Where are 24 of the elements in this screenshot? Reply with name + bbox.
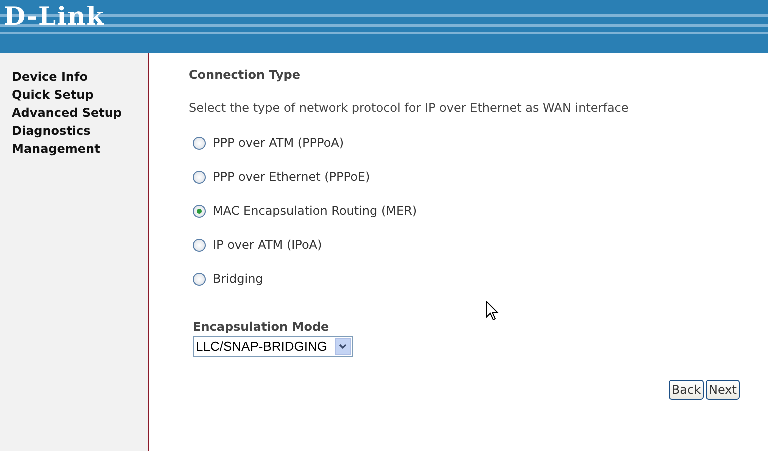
nav-button[interactable]: Next bbox=[706, 380, 740, 400]
option-label: IP over ATM (IPoA) bbox=[213, 237, 322, 254]
logo: D-Link bbox=[4, 4, 106, 29]
caret-icon bbox=[339, 344, 347, 349]
sidebar-link[interactable]: Device Info bbox=[12, 68, 88, 86]
field-label: Encapsulation Mode bbox=[193, 319, 330, 336]
option-label: Bridging bbox=[213, 271, 264, 288]
radio-button[interactable] bbox=[193, 136, 206, 150]
encapsulation-dropdown[interactable]: LLC/SNAP-BRIDGING bbox=[193, 336, 353, 357]
sidebar-link[interactable]: Management bbox=[12, 140, 100, 158]
radio-button[interactable] bbox=[193, 204, 206, 218]
nav-button[interactable]: Back bbox=[668, 380, 704, 400]
mouse-pointer-icon bbox=[486, 301, 499, 321]
radio-button[interactable] bbox=[193, 170, 206, 184]
description-text: Select the type of network protocol for IP over Ethernet as WAN interface bbox=[189, 100, 629, 116]
radio-button[interactable] bbox=[193, 272, 206, 286]
section-title: Connection Type bbox=[189, 67, 301, 83]
option-label: MAC Encapsulation Routing (MER) bbox=[213, 203, 418, 220]
sidebar-link[interactable]: Advanced Setup bbox=[12, 104, 122, 122]
option-label: PPP over Ethernet (PPPoE) bbox=[213, 169, 370, 186]
sidebar-link[interactable]: Quick Setup bbox=[12, 86, 94, 104]
sidebar-link[interactable]: Diagnostics bbox=[12, 122, 91, 140]
option-label: PPP over ATM (PPPoA) bbox=[213, 135, 344, 152]
radio-button[interactable] bbox=[193, 238, 206, 252]
